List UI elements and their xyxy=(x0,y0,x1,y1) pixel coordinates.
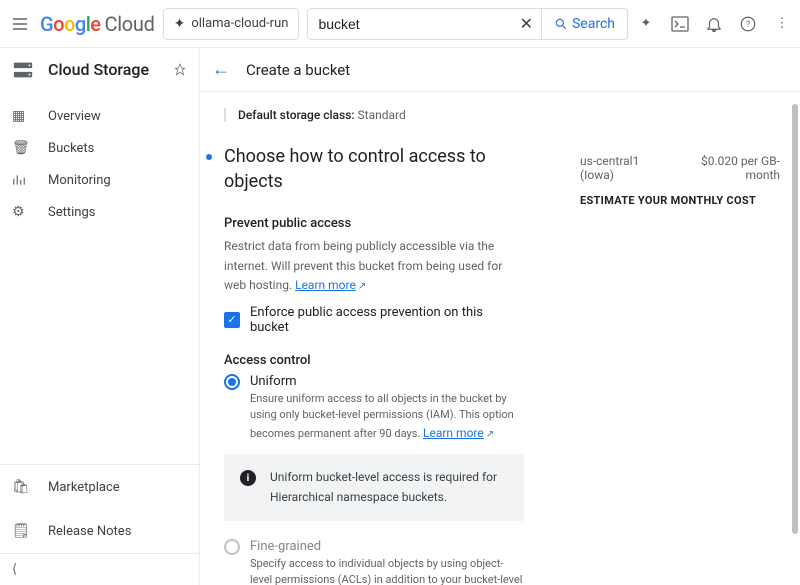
region-label: us-central1 xyxy=(580,154,639,168)
prevent-title: Prevent public access xyxy=(224,216,524,231)
notifications-icon[interactable] xyxy=(704,14,724,34)
content-body: us-central1 (Iowa) $0.020 per GB- month … xyxy=(200,92,800,585)
fine-desc-text: Specify access to individual objects by … xyxy=(250,557,522,585)
nav-label: Release Notes xyxy=(48,524,131,539)
region-price-row: us-central1 (Iowa) $0.020 per GB- month xyxy=(580,154,780,182)
enforce-label: Enforce public access prevention on this… xyxy=(250,305,524,335)
nav-marketplace[interactable]: 🛍 Marketplace xyxy=(0,465,199,509)
uniform-radio-row: Uniform Ensure uniform access to all obj… xyxy=(224,374,524,443)
uniform-desc: Ensure uniform access to all objects in … xyxy=(250,391,524,443)
nav-monitoring[interactable]: Monitoring xyxy=(0,164,199,196)
nav-buckets[interactable]: 🗑 Buckets xyxy=(0,132,199,164)
uniform-label: Uniform xyxy=(250,374,524,389)
prevent-desc: Restrict data from being publicly access… xyxy=(224,237,524,295)
top-icons: ✦ ? ⋮ xyxy=(636,14,792,34)
storage-class-value: Standard xyxy=(358,108,406,122)
help-icon[interactable]: ? xyxy=(738,14,758,34)
nav-label: Monitoring xyxy=(48,173,111,188)
svg-text:?: ? xyxy=(746,20,750,30)
back-arrow-icon[interactable]: ← xyxy=(212,59,230,80)
project-selector[interactable]: ✦ ollama-cloud-run xyxy=(163,8,300,40)
fine-desc: Specify access to individual objects by … xyxy=(250,556,524,585)
storage-class-row: Default storage class: Standard xyxy=(224,108,524,122)
gcp-logo[interactable]: Google Cloud xyxy=(40,12,155,36)
sidebar-bottom: 🛍 Marketplace 🗒 Release Notes ⟨ xyxy=(0,464,199,585)
estimate-title: ESTIMATE YOUR MONTHLY COST xyxy=(580,194,780,207)
enforce-checkbox[interactable]: ✓ xyxy=(224,312,240,328)
collapse-sidebar-icon[interactable]: ⟨ xyxy=(0,553,199,585)
fine-radio-row: Fine-grained Specify access to individua… xyxy=(224,539,524,585)
uniform-radio[interactable] xyxy=(224,374,240,390)
top-bar: Google Cloud ✦ ollama-cloud-run ✕ Search… xyxy=(0,0,800,48)
marketplace-icon: 🛍 xyxy=(12,479,30,495)
sidebar-header: Cloud Storage xyxy=(0,48,199,92)
section-title: Choose how to control access to objects xyxy=(224,144,524,194)
section-title-text: Choose how to control access to objects xyxy=(224,146,486,192)
step-dot-icon xyxy=(206,154,212,160)
search-button-label: Search xyxy=(572,16,615,32)
nav-label: Overview xyxy=(48,109,101,124)
info-icon: i xyxy=(240,470,256,486)
bucket-icon: 🗑 xyxy=(12,140,30,156)
gear-icon: ⚙ xyxy=(12,204,30,220)
info-box: i Uniform bucket-level access is require… xyxy=(224,454,524,520)
cloud-shell-icon[interactable] xyxy=(670,14,690,34)
fine-label: Fine-grained xyxy=(250,539,524,554)
nav-label: Settings xyxy=(48,205,95,220)
project-icon: ✦ xyxy=(174,16,186,32)
more-icon[interactable]: ⋮ xyxy=(772,14,792,34)
content: ← Create a bucket us-central1 (Iowa) $0.… xyxy=(200,48,800,585)
scrollbar[interactable] xyxy=(792,104,798,534)
price-sub: month xyxy=(745,168,780,182)
enforce-checkbox-row: ✓ Enforce public access prevention on th… xyxy=(224,305,524,335)
region-sub: (Iowa) xyxy=(580,168,639,182)
cloud-label: Cloud xyxy=(105,12,155,36)
content-header: ← Create a bucket xyxy=(200,48,800,92)
sidebar-title: Cloud Storage xyxy=(48,60,159,79)
hamburger-menu-icon[interactable] xyxy=(8,12,32,36)
info-text: Uniform bucket-level access is required … xyxy=(270,468,508,506)
storage-class-label: Default storage class: xyxy=(238,108,355,122)
learn-more-link[interactable]: Learn more xyxy=(423,426,484,440)
external-link-icon: ↗ xyxy=(486,429,494,440)
overview-icon: ▦ xyxy=(12,108,30,124)
cost-panel: us-central1 (Iowa) $0.020 per GB- month … xyxy=(580,154,780,207)
form-area: Default storage class: Standard Choose h… xyxy=(224,108,524,585)
nav-overview[interactable]: ▦ Overview xyxy=(0,100,199,132)
access-control-title: Access control xyxy=(224,353,524,368)
monitoring-icon xyxy=(12,173,30,187)
learn-more-link[interactable]: Learn more xyxy=(295,278,356,292)
fine-radio[interactable] xyxy=(224,539,240,555)
notes-icon: 🗒 xyxy=(12,523,30,539)
google-logo: Google xyxy=(40,12,101,36)
search-input[interactable] xyxy=(308,16,511,32)
pin-icon[interactable] xyxy=(173,63,187,77)
storage-product-icon xyxy=(12,59,34,81)
price-label: $0.020 per GB- xyxy=(701,154,780,168)
nav-release-notes[interactable]: 🗒 Release Notes xyxy=(0,509,199,553)
gemini-icon[interactable]: ✦ xyxy=(636,14,656,34)
nav-settings[interactable]: ⚙ Settings xyxy=(0,196,199,228)
search-box: ✕ Search xyxy=(307,8,628,40)
sidebar: Cloud Storage ▦ Overview 🗑 Buckets Monit… xyxy=(0,48,200,585)
project-name: ollama-cloud-run xyxy=(191,16,288,31)
page-title: Create a bucket xyxy=(246,61,350,79)
external-link-icon: ↗ xyxy=(358,281,366,292)
sidebar-nav: ▦ Overview 🗑 Buckets Monitoring ⚙ Settin… xyxy=(0,92,199,228)
nav-label: Marketplace xyxy=(48,480,120,495)
nav-label: Buckets xyxy=(48,141,94,156)
clear-search-icon[interactable]: ✕ xyxy=(512,14,541,33)
search-button[interactable]: Search xyxy=(541,9,627,39)
